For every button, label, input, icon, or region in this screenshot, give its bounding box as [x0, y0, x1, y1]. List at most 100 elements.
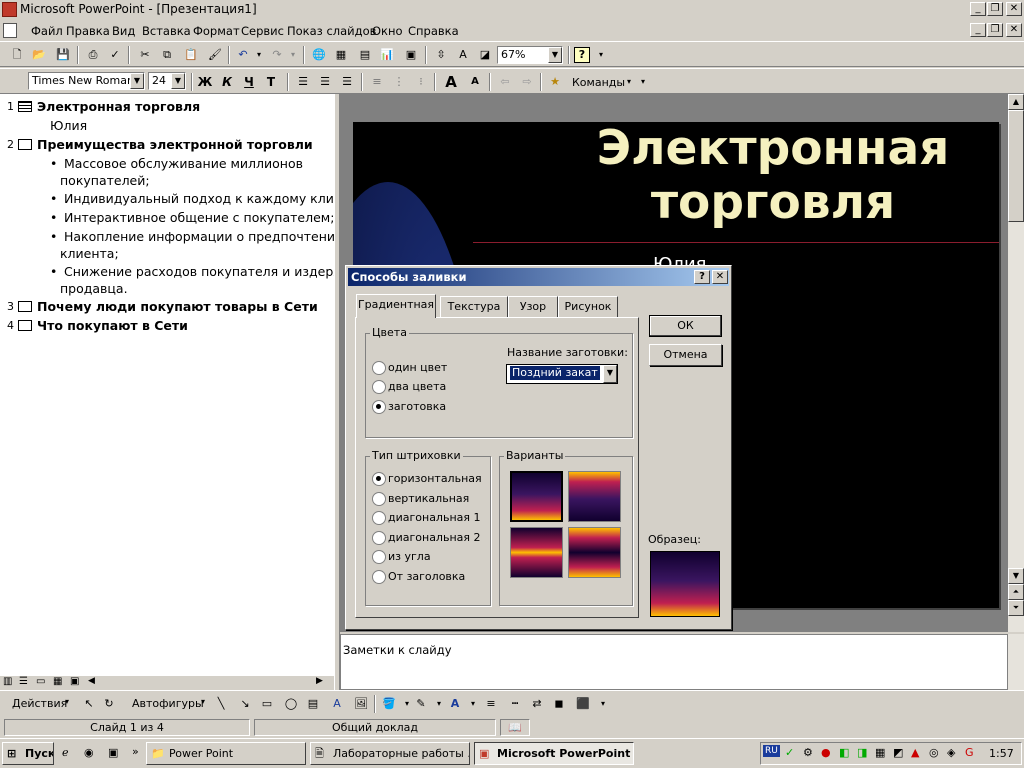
demote-icon[interactable]: ⇨ — [518, 73, 536, 91]
taskbar-word[interactable]: 🗎 Лабораторные работы ... — [310, 742, 470, 765]
save-icon[interactable]: 💾 — [54, 46, 72, 64]
notes-pane[interactable]: Заметки к слайду — [340, 634, 1008, 690]
powerpoint-app-icon[interactable] — [2, 2, 17, 17]
new-icon[interactable]: 🗋 — [8, 46, 26, 64]
tab-gradient[interactable]: Градиентная — [356, 294, 436, 318]
line-color-icon[interactable]: ✎ — [412, 695, 430, 713]
copy-icon[interactable]: ⧉ — [158, 46, 176, 64]
tray-app-icon[interactable]: ◩ — [893, 746, 903, 759]
wordart-icon[interactable]: A — [328, 695, 346, 713]
notes-text[interactable]: Заметки к слайду — [343, 643, 452, 657]
outline-bullet[interactable]: Массовое обслуживание миллионов — [64, 156, 303, 171]
tab-texture[interactable]: Текстура — [440, 296, 508, 317]
taskbar-powerpoint[interactable]: ▣ Microsoft PowerPoint ... — [474, 742, 634, 765]
radio-horizontal[interactable]: горизонтальная — [372, 472, 482, 486]
draw-options-icon[interactable]: ▾ — [594, 695, 612, 713]
variant-swatch-2[interactable] — [568, 471, 621, 522]
justify-icon[interactable]: ≡ — [368, 73, 386, 91]
outline-slide-title[interactable]: Почему люди покупают товары в Сети — [37, 299, 318, 314]
dialog-help-button[interactable]: ? — [694, 270, 710, 284]
open-icon[interactable]: 📂 — [30, 46, 48, 64]
tray-app-icon[interactable]: ⚙ — [803, 746, 813, 759]
menu-window[interactable]: Окно — [372, 24, 403, 38]
menu-file[interactable]: Файл — [31, 24, 63, 38]
insert-chart-icon[interactable]: 📊 — [378, 46, 396, 64]
free-rotate-icon[interactable]: ↻ — [100, 695, 118, 713]
show-desktop-icon[interactable]: ▣ — [108, 746, 118, 759]
minimize-button[interactable]: _ — [970, 2, 986, 16]
outline-slide-title[interactable]: Электронная торговля — [37, 99, 200, 114]
variant-swatch-3[interactable] — [510, 527, 563, 578]
clock[interactable]: 1:57 — [989, 747, 1014, 760]
show-formatting-icon[interactable]: A — [454, 46, 472, 64]
radio-one-color[interactable]: один цвет — [372, 361, 447, 375]
undo-dropdown-icon[interactable]: ▾ — [250, 46, 268, 64]
radio-preset[interactable]: заготовка — [372, 400, 446, 414]
slide-icon[interactable] — [18, 301, 32, 312]
slide-icon[interactable] — [18, 139, 32, 150]
shadow-style-icon[interactable]: ◼ — [550, 695, 568, 713]
menu-edit[interactable]: Правка — [66, 24, 110, 38]
radio-from-corner[interactable]: из угла — [372, 550, 431, 564]
print-icon[interactable]: ⎙ — [84, 46, 102, 64]
insert-table-icon[interactable]: ▤ — [356, 46, 374, 64]
document-icon[interactable] — [3, 23, 17, 38]
preset-name-select[interactable]: Поздний закат ▼ — [506, 364, 618, 384]
tab-pattern[interactable]: Узор — [508, 296, 558, 317]
outline-subtitle[interactable]: Юлия — [50, 118, 87, 133]
tray-app-icon[interactable]: ▲ — [911, 746, 919, 759]
zoom-select[interactable]: 67% ▼ — [497, 46, 563, 64]
scroll-down-icon[interactable]: ▼ — [1008, 568, 1024, 584]
doc-minimize-button[interactable]: _ — [970, 23, 986, 37]
menu-tools[interactable]: Сервис — [241, 24, 284, 38]
radio-from-title[interactable]: От заголовка — [372, 570, 465, 584]
outline-slide-title[interactable]: Что покупают в Сети — [37, 318, 188, 333]
textbox-icon[interactable]: ▤ — [304, 695, 322, 713]
notes-scrollbar[interactable] — [1008, 634, 1024, 690]
hyperlink-icon[interactable]: 🌐 — [310, 46, 328, 64]
menu-help[interactable]: Справка — [408, 24, 459, 38]
align-center-icon[interactable]: ☰ — [316, 73, 334, 91]
oval-icon[interactable]: ◯ — [282, 695, 300, 713]
help-icon[interactable]: ? — [574, 47, 590, 63]
tray-app-icon[interactable]: ◧ — [839, 746, 849, 759]
arrow-icon[interactable]: ↘ — [236, 695, 254, 713]
menu-insert[interactable]: Вставка — [142, 24, 191, 38]
grayscale-icon[interactable]: ◪ — [476, 46, 494, 64]
3d-style-icon[interactable]: ⬛ — [574, 695, 592, 713]
dash-style-icon[interactable]: ┅ — [506, 695, 524, 713]
normal-view-icon[interactable]: ▥ — [3, 676, 12, 687]
tray-app-icon[interactable]: G — [965, 746, 974, 759]
font-name-dropdown-icon[interactable]: ▼ — [130, 73, 144, 89]
toolbar-options-icon[interactable]: ▾ — [592, 46, 610, 64]
outline-bullet[interactable]: Накопление информации о предпочтениях — [64, 229, 350, 244]
scroll-left-icon[interactable]: ◀ — [88, 676, 95, 686]
doc-close-button[interactable]: ✕ — [1006, 23, 1022, 37]
slideshow-view-icon[interactable]: ▣ — [70, 676, 79, 687]
slide-icon[interactable] — [18, 320, 32, 331]
commands-menu[interactable]: Команды — [572, 76, 625, 89]
menu-format[interactable]: Формат — [193, 24, 240, 38]
dialog-close-button[interactable]: ✕ — [712, 270, 728, 284]
next-slide-icon[interactable]: ⏷ — [1008, 600, 1024, 616]
shadow-icon[interactable]: Т — [262, 73, 280, 91]
radio-diagonal-2[interactable]: диагональная 2 — [372, 531, 481, 545]
scroll-up-icon[interactable]: ▲ — [1008, 94, 1024, 110]
tray-app-icon[interactable]: ◨ — [857, 746, 867, 759]
bullets-icon[interactable]: ⁝ — [412, 73, 430, 91]
outline-view-icon[interactable]: ☰ — [19, 676, 28, 687]
tray-app-icon[interactable]: ▦ — [875, 746, 885, 759]
scroll-right-icon[interactable]: ▶ — [316, 676, 323, 686]
animation-effects-icon[interactable]: ★ — [546, 73, 564, 91]
outline-bullet-cont[interactable]: продавца. — [60, 281, 128, 296]
radio-vertical[interactable]: вертикальная — [372, 492, 469, 506]
dialog-titlebar[interactable]: Способы заливки ? ✕ — [348, 268, 729, 286]
tab-picture[interactable]: Рисунок — [558, 296, 618, 317]
font-color-icon[interactable]: A — [446, 695, 464, 713]
align-left-icon[interactable]: ☰ — [294, 73, 312, 91]
vertical-scrollbar[interactable]: ▲ ▼ ⏶ ⏷ — [1008, 94, 1024, 632]
actions-menu[interactable]: Действия — [12, 697, 67, 710]
outline-bullet-cont[interactable]: клиента; — [60, 246, 119, 261]
close-button[interactable]: ✕ — [1006, 2, 1022, 16]
numbering-icon[interactable]: ⋮ — [390, 73, 408, 91]
